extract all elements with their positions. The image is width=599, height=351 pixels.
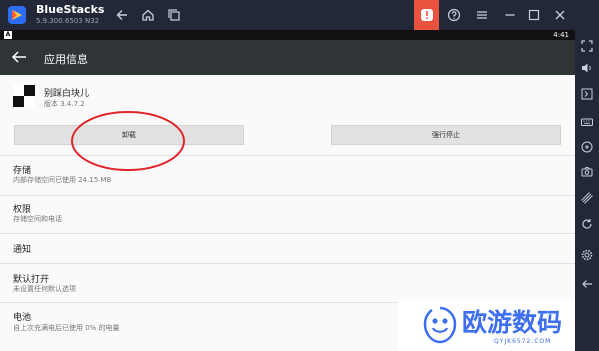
- section-subtitle: 存储空间和电话: [13, 215, 62, 223]
- bluestacks-logo-icon: [8, 6, 26, 24]
- refresh-icon[interactable]: [579, 216, 595, 232]
- open-by-default-section[interactable]: 默认打开 未设置任何默认选项: [0, 272, 575, 300]
- help-icon[interactable]: [444, 5, 464, 25]
- permissions-section[interactable]: 权限 存储空间和电话: [0, 202, 575, 230]
- gamepad-icon[interactable]: [579, 139, 595, 155]
- settings-icon[interactable]: [579, 247, 595, 263]
- back-icon[interactable]: [112, 5, 132, 25]
- section-title: 电池: [13, 313, 32, 323]
- watermark-brand-wordmark: 欧游数码: [462, 308, 562, 336]
- section-title: 通知: [13, 245, 32, 255]
- android-status-bar: A 4:41: [0, 30, 575, 40]
- section-subtitle: 自上次充满电后已使用 0% 的电量: [13, 324, 120, 332]
- notification-a-icon: A: [4, 31, 12, 39]
- maximize-icon[interactable]: [524, 5, 544, 25]
- title-bar: BlueStacks 5.9.300.6503 N32: [0, 0, 599, 30]
- bluestacks-window: BlueStacks 5.9.300.6503 N32 A 4:41 应用信息 …: [0, 0, 599, 351]
- alert-icon: [420, 9, 433, 21]
- watermark-logo-icon: [423, 306, 457, 344]
- divider: [0, 195, 575, 196]
- minimize-icon[interactable]: [500, 5, 520, 25]
- back-arrow-icon[interactable]: [10, 49, 28, 65]
- watermark: 欧游数码 QYJK6572.COM: [398, 300, 575, 351]
- alert-button[interactable]: [414, 0, 439, 30]
- back-arrow-icon[interactable]: [579, 276, 595, 292]
- fullscreen-icon[interactable]: [579, 38, 595, 54]
- app-version-text: 版本 3.4.7.2: [44, 100, 85, 108]
- close-icon[interactable]: [550, 5, 570, 25]
- expand-sidebar-icon[interactable]: [579, 86, 595, 102]
- screenshot-icon[interactable]: [579, 164, 595, 180]
- section-subtitle: 内部存储空间已使用 24.15 MB: [13, 176, 112, 184]
- keyboard-icon[interactable]: [579, 114, 595, 130]
- divider: [0, 263, 575, 264]
- multi-instance-icon[interactable]: [164, 5, 184, 25]
- section-subtitle: 未设置任何默认选项: [13, 285, 76, 293]
- watermark-url: QYJK6572.COM: [494, 338, 552, 345]
- app-title: 别踩白块儿: [44, 89, 90, 99]
- app-name: BlueStacks: [36, 3, 105, 16]
- annotation-circle: [71, 111, 185, 171]
- menu-icon[interactable]: [472, 5, 492, 25]
- status-time: 4:41: [553, 31, 569, 39]
- piano-tiles-app-icon: [13, 85, 35, 107]
- app-bar: 应用信息: [0, 40, 575, 75]
- notifications-section[interactable]: 通知: [0, 242, 575, 262]
- right-sidebar: [575, 30, 599, 351]
- shake-icon[interactable]: [579, 190, 595, 206]
- page-title: 应用信息: [44, 53, 88, 66]
- volume-icon[interactable]: [579, 60, 595, 76]
- home-icon[interactable]: [138, 5, 158, 25]
- divider: [0, 233, 575, 234]
- force-stop-button[interactable]: 强行停止: [331, 125, 561, 145]
- svg-text:欧游数码: 欧游数码: [462, 308, 562, 336]
- app-version: 5.9.300.6503 N32: [36, 17, 100, 25]
